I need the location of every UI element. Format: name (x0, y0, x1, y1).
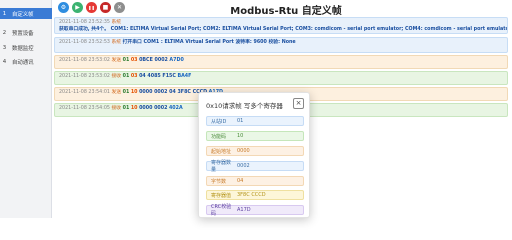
log-time: 2021-11-08 23:53:02 (59, 74, 110, 79)
dialog-title: 0x10请求帧 写多个寄存器 (206, 102, 283, 110)
sidebar-item-number: 3 (2, 44, 7, 51)
log-message: 获取串口成功, 共4个。 COM1: ELTIMA Virtual Serial… (59, 27, 508, 32)
sidebar-item-label: 自动通讯 (12, 59, 34, 66)
field-value: 10 (237, 133, 244, 139)
field-slave-id: 从站ID 01 (206, 116, 304, 126)
field-value: 01 (237, 118, 244, 124)
frame-body: 0000 0002 (139, 106, 168, 111)
frame-function: 10 (130, 106, 138, 111)
field-byte-count: 字节数 04 (206, 176, 304, 186)
field-label: 字节数 (211, 178, 227, 185)
field-label: 功能码 (211, 133, 227, 140)
log-message: 打开串口 COM1 : ELTIMA Virtual Serial Port 波… (122, 40, 296, 45)
log-entry: 2021-11-08 23:53:02 发送 01 03 0BCE 0002 A… (54, 55, 508, 69)
close-icon: × (295, 99, 302, 107)
frame-detail-dialog: 0x10请求帧 写多个寄存器 × 从站ID 01 功能码 10 起始地址 000… (198, 92, 310, 218)
sidebar-item-label: 数据监控 (12, 45, 34, 52)
field-value: 0000 (237, 148, 250, 154)
frame-function: 10 (130, 90, 138, 95)
log-entry: 2021-11-08 23:53:02 接收 01 03 04 4085 F15… (54, 71, 508, 85)
log-time: 2021-11-08 23:54:05 (59, 106, 110, 111)
log-time: 2021-11-08 23:53:02 (59, 58, 110, 63)
log-direction: 发送 (111, 58, 122, 63)
frame-body: 04 4085 F15C (139, 74, 176, 79)
field-start-address: 起始地址 0000 (206, 146, 304, 156)
field-register-count: 寄存器数量 0002 (206, 160, 304, 173)
field-value: 3F8C CCCD (237, 192, 266, 198)
frame-function: 03 (130, 58, 138, 63)
log-direction: 接收 (111, 106, 122, 111)
sidebar-item-number: 4 (2, 58, 7, 65)
frame-body: 0BCE 0002 (139, 58, 168, 63)
frame-crc: A7D0 (169, 58, 184, 63)
field-register-value: 寄存器值 3F8C CCCD (206, 190, 304, 200)
log-direction: 系统 (111, 40, 122, 45)
frame-address: 01 (122, 74, 130, 79)
sidebar: 1 自定义帧 2 预置设备 3 数据监控 4 自动通讯 (0, 0, 52, 218)
field-value: 0002 (237, 163, 250, 169)
field-function-code: 功能码 10 (206, 131, 304, 141)
log-direction: 系统 (111, 20, 122, 25)
log-direction: 接收 (111, 74, 122, 79)
close-button[interactable]: × (293, 98, 304, 109)
frame-address: 01 (122, 58, 130, 63)
page-title: Modbus-Rtu 自定义帧 (230, 6, 342, 17)
frame-body: 0000 0002 04 3F8C CCCD (139, 90, 208, 95)
field-value: 04 (237, 178, 244, 184)
field-label: 起始地址 (211, 148, 232, 155)
sidebar-item-auto-comm[interactable]: 4 自动通讯 (0, 56, 52, 67)
field-crc: CRC校验码 A17D (206, 204, 304, 217)
log-time: 2021-11-08 23:54:01 (59, 90, 110, 95)
sidebar-item-preset-device[interactable]: 2 预置设备 (0, 27, 52, 38)
frame-function: 03 (130, 74, 138, 79)
field-value: A17D (237, 207, 251, 213)
log-direction: 发送 (111, 90, 122, 95)
field-label: 寄存器数量 (211, 160, 232, 173)
frame-address: 01 (122, 90, 130, 95)
field-label: 从站ID (211, 118, 227, 125)
sidebar-item-data-monitor[interactable]: 3 数据监控 (0, 42, 52, 53)
sidebar-item-label: 预置设备 (12, 30, 34, 37)
log-entry: 2021-11-08 23:52:35 系统 获取串口成功, 共4个。 COM1… (54, 17, 508, 34)
sidebar-item-number: 2 (2, 29, 7, 36)
log-entry: 2021-11-08 23:52:53 系统 打开串口 COM1 : ELTIM… (54, 37, 508, 53)
log-time: 2021-11-08 23:52:53 (59, 40, 110, 45)
frame-address: 01 (122, 106, 130, 111)
frame-crc: 402A (168, 106, 183, 111)
field-label: CRC校验码 (211, 204, 232, 217)
field-label: 寄存器值 (211, 192, 232, 199)
log-time: 2021-11-08 23:52:35 (59, 20, 110, 25)
frame-crc: BA4F (177, 74, 192, 79)
